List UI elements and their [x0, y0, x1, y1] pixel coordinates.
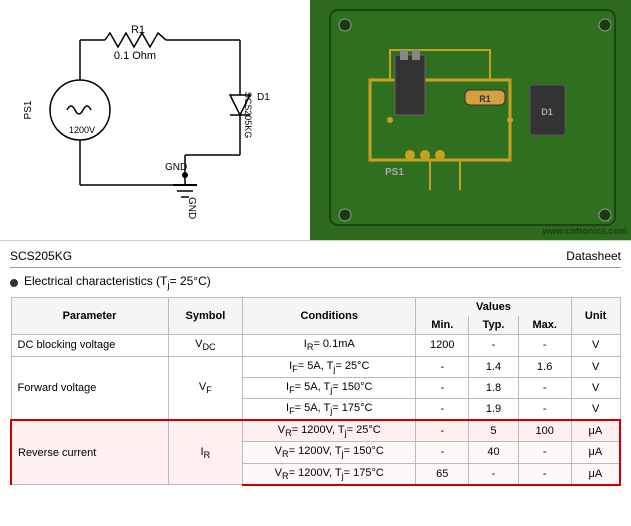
- part-number-label: SCS205KG: [10, 249, 72, 263]
- param-cell: Forward voltage: [11, 356, 168, 420]
- max-cell: 100: [518, 420, 571, 442]
- diode-part-label: SCS205KG: [243, 92, 253, 139]
- param-cell: DC blocking voltage: [11, 335, 168, 356]
- symbol-header: Symbol: [168, 298, 243, 335]
- min-cell: 1200: [416, 335, 469, 356]
- char-title: Electrical characteristics (Tj= 25°C): [24, 274, 211, 291]
- conditions-cell: VR= 1200V, Tj= 25°C: [243, 420, 416, 442]
- typ-cell: 1.4: [469, 356, 518, 377]
- typ-cell: 1.8: [469, 377, 518, 398]
- table-row: Forward voltage VF IF= 5A, Tj= 25°C - 1.…: [11, 356, 620, 377]
- datasheet-header: SCS205KG Datasheet: [10, 245, 621, 268]
- min-cell: -: [416, 356, 469, 377]
- max-cell: -: [518, 463, 571, 485]
- values-header: Values: [416, 298, 571, 317]
- max-header: Max.: [518, 316, 571, 335]
- characteristics-label: Electrical characteristics (Tj= 25°C): [10, 274, 621, 291]
- min-cell: 65: [416, 463, 469, 485]
- watermark: www.cntronics.com: [542, 226, 627, 236]
- gnd-label2: GND: [165, 162, 187, 173]
- ps1-voltage: 1200V: [69, 125, 95, 135]
- conditions-cell: IF= 5A, Tj= 150°C: [243, 377, 416, 398]
- min-cell: -: [416, 420, 469, 442]
- min-cell: -: [416, 398, 469, 420]
- bullet-icon: [10, 279, 18, 287]
- conditions-cell: VR= 1200V, Tj= 175°C: [243, 463, 416, 485]
- svg-text:PS1: PS1: [385, 167, 404, 178]
- max-cell: 1.6: [518, 356, 571, 377]
- typ-cell: 40: [469, 442, 518, 463]
- svg-text:R1: R1: [479, 94, 491, 104]
- reverse-current-param: Reverse current: [11, 420, 168, 485]
- symbol-cell: VF: [168, 356, 243, 420]
- circuit-diagram: R1 0.1 Ohm PS1 1200V: [0, 0, 310, 240]
- datasheet-section: SCS205KG Datasheet Electrical characteri…: [0, 240, 631, 490]
- conditions-header: Conditions: [243, 298, 416, 335]
- typ-cell: -: [469, 335, 518, 356]
- pcb-photo: R1 D1 PS1 www.cntronics.com: [310, 0, 631, 240]
- typ-cell: 5: [469, 420, 518, 442]
- d1-label: D1: [257, 92, 270, 103]
- unit-cell: V: [571, 377, 620, 398]
- unit-cell: μA: [571, 420, 620, 442]
- r1-value: 0.1 Ohm: [114, 50, 156, 62]
- max-cell: -: [518, 442, 571, 463]
- min-cell: -: [416, 442, 469, 463]
- max-cell: -: [518, 377, 571, 398]
- typ-header: Typ.: [469, 316, 518, 335]
- unit-cell: μA: [571, 442, 620, 463]
- typ-cell: -: [469, 463, 518, 485]
- symbol-cell: IR: [168, 420, 243, 485]
- conditions-cell: IR= 0.1mA: [243, 335, 416, 356]
- conditions-cell: VR= 1200V, Tj= 150°C: [243, 442, 416, 463]
- typ-cell: 1.9: [469, 398, 518, 420]
- conditions-cell: IF= 5A, Tj= 175°C: [243, 398, 416, 420]
- min-header: Min.: [416, 316, 469, 335]
- param-header: Parameter: [11, 298, 168, 335]
- unit-cell: μA: [571, 463, 620, 485]
- svg-text:D1: D1: [541, 107, 553, 117]
- datasheet-label: Datasheet: [566, 249, 621, 263]
- max-cell: -: [518, 335, 571, 356]
- gnd-label: GND: [186, 197, 197, 219]
- characteristics-table: Parameter Symbol Conditions Values Unit …: [10, 297, 621, 485]
- table-row: Reverse current IR VR= 1200V, Tj= 25°C -…: [11, 420, 620, 442]
- unit-cell: V: [571, 335, 620, 356]
- ps1-label: PS1: [23, 100, 34, 119]
- unit-cell: V: [571, 398, 620, 420]
- min-cell: -: [416, 377, 469, 398]
- max-cell: -: [518, 398, 571, 420]
- table-row: DC blocking voltage VDC IR= 0.1mA 1200 -…: [11, 335, 620, 356]
- conditions-cell: IF= 5A, Tj= 25°C: [243, 356, 416, 377]
- unit-header: Unit: [571, 298, 620, 335]
- unit-cell: V: [571, 356, 620, 377]
- symbol-cell: VDC: [168, 335, 243, 356]
